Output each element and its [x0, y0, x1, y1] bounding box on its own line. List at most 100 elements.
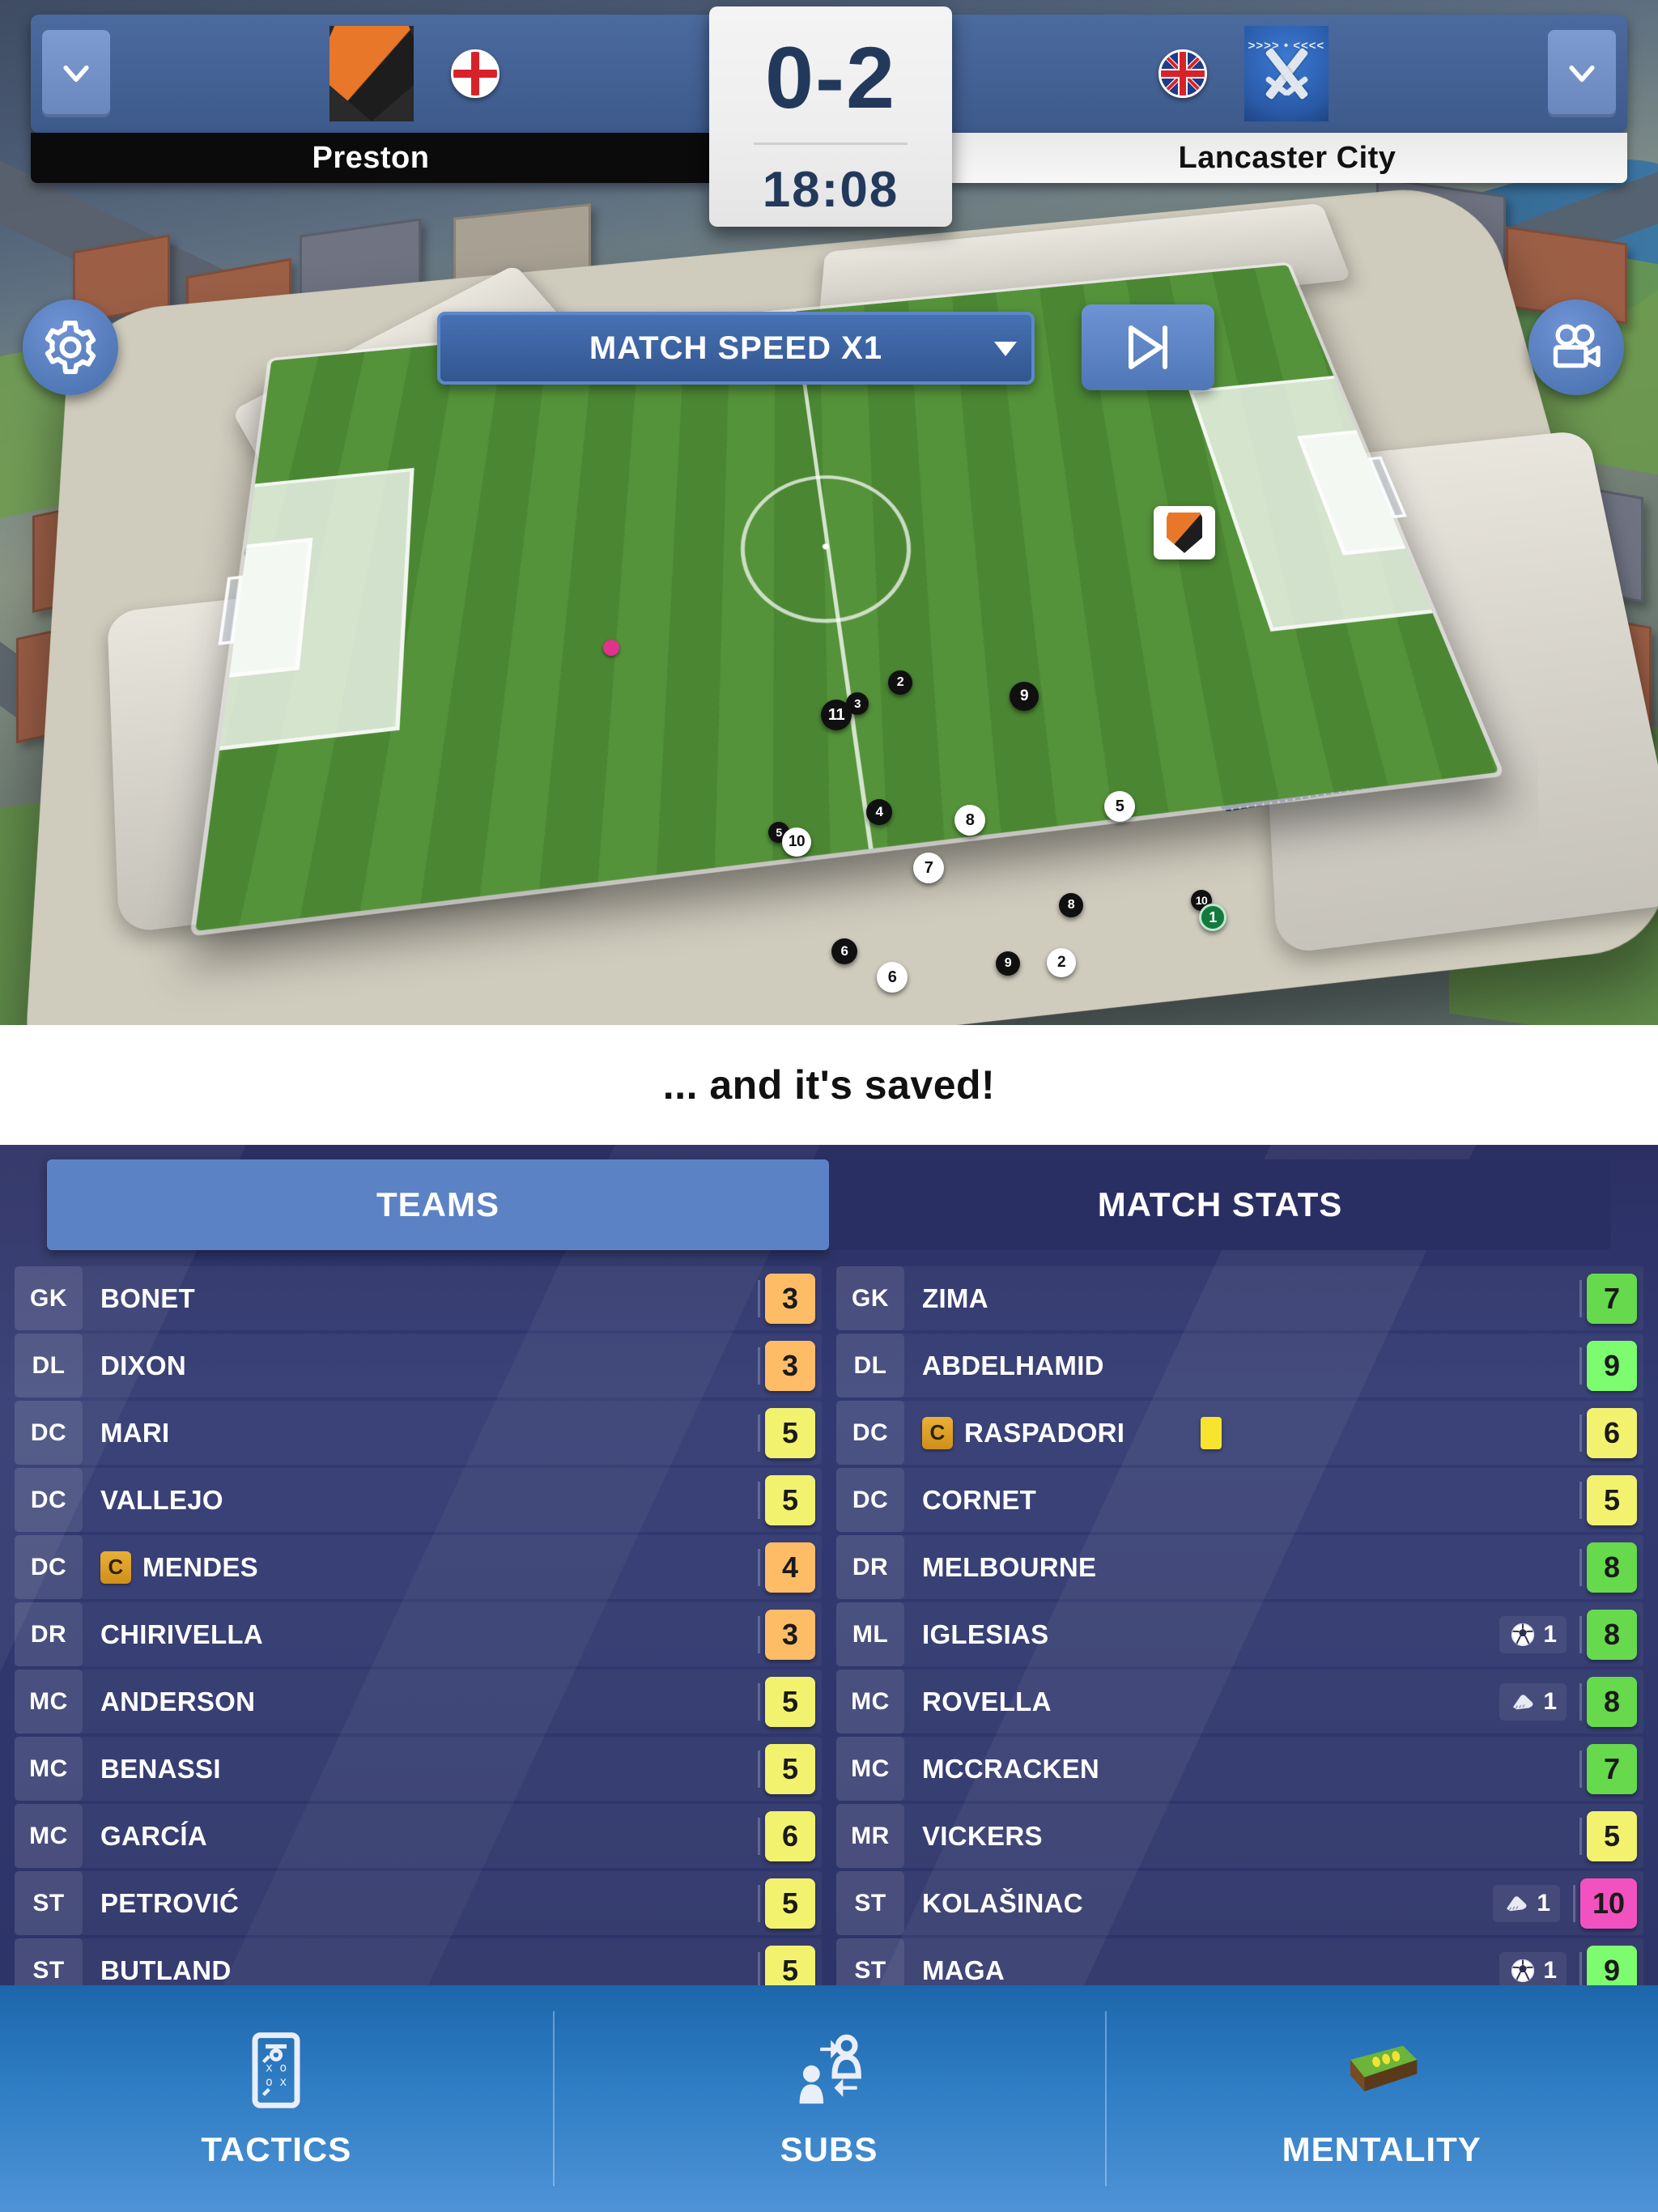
player-marker[interactable]: 7: [913, 853, 944, 883]
player-position: ST: [836, 1938, 904, 1985]
player-rating-badge: 5: [1587, 1474, 1637, 1525]
player-row[interactable]: ST MAGA 1 9: [836, 1938, 1643, 1985]
player-marker[interactable]: 8: [954, 805, 985, 836]
chevron-down-icon: [63, 65, 89, 83]
assist-boot-icon: [1513, 1694, 1533, 1709]
tab-teams[interactable]: TEAMS: [47, 1159, 829, 1250]
player-row[interactable]: DC CORNET 5: [836, 1468, 1643, 1532]
player-name-cell: ROVELLA: [904, 1687, 1499, 1717]
captain-badge: C: [100, 1551, 131, 1584]
player-marker[interactable]: 2: [1047, 948, 1076, 977]
player-row[interactable]: ST KOLAŠINAC 1 10: [836, 1871, 1643, 1935]
player-row[interactable]: ST PETROVIĆ 5: [15, 1871, 822, 1935]
player-rating-badge: 7: [1587, 1743, 1637, 1794]
player-name-cell: C RASPADORI: [904, 1416, 1575, 1449]
row-divider: [758, 1414, 760, 1452]
player-marker[interactable]: 1: [1199, 904, 1226, 931]
player-rating-badge: 9: [1587, 1340, 1637, 1391]
player-row[interactable]: ML IGLESIAS 1 8: [836, 1602, 1643, 1666]
player-row[interactable]: GK BONET 3: [15, 1266, 822, 1330]
player-rating-badge: 8: [1587, 1542, 1637, 1593]
skip-forward-button[interactable]: [1082, 304, 1214, 390]
player-position: MC: [15, 1804, 83, 1868]
player-marker[interactable]: 8: [1059, 893, 1083, 917]
player-row[interactable]: MC ANDERSON 5: [15, 1670, 822, 1733]
home-team-expand-button[interactable]: [42, 30, 110, 117]
player-name-cell: BENASSI: [83, 1754, 753, 1784]
tab-label: MATCH STATS: [1097, 1185, 1343, 1223]
player-row[interactable]: DC C MENDES 4: [15, 1535, 822, 1599]
player-row[interactable]: MC GARCÍA 6: [15, 1804, 822, 1868]
player-position: GK: [15, 1266, 83, 1330]
away-roster: GK ZIMA 7 DL ABDELHAMID 9 DC C RASPADORI 6 DC CORNE…: [836, 1266, 1643, 1985]
player-rating-badge: 4: [765, 1542, 815, 1593]
row-divider: [758, 1615, 760, 1653]
player-position: MC: [836, 1737, 904, 1801]
nav-item-mentality[interactable]: MENTALITY: [1105, 1985, 1658, 2212]
player-name: DIXON: [100, 1350, 187, 1380]
score-panel: 0-2 18:08: [709, 6, 952, 227]
row-divider: [758, 1817, 760, 1855]
svg-text:x: x: [280, 2075, 287, 2089]
nav-item-subs[interactable]: SUBS: [552, 1985, 1106, 2212]
row-divider: [758, 1951, 760, 1985]
row-divider: [758, 1481, 760, 1519]
film-camera-icon: [1553, 324, 1601, 368]
player-row[interactable]: MC MCCRACKEN 7: [836, 1737, 1643, 1801]
goal-ball-icon: [1511, 1623, 1535, 1646]
tab-match-stats[interactable]: MATCH STATS: [829, 1159, 1611, 1250]
row-divider: [1579, 1951, 1582, 1985]
player-row[interactable]: GK ZIMA 7: [836, 1266, 1643, 1330]
player-name: MENDES: [142, 1551, 258, 1582]
match-clock: 18:08: [762, 162, 899, 218]
player-marker[interactable]: 4: [866, 799, 892, 825]
player-marker[interactable]: 9: [996, 951, 1020, 976]
player-marker[interactable]: 2: [888, 670, 912, 695]
player-position: DR: [836, 1535, 904, 1599]
player-row[interactable]: MC ROVELLA 1 8: [836, 1670, 1643, 1733]
row-divider: [1579, 1548, 1582, 1586]
player-position: DL: [15, 1334, 83, 1397]
player-rating-badge: 5: [765, 1945, 815, 1985]
player-row[interactable]: DC VALLEJO 5: [15, 1468, 822, 1532]
assist-event: 1: [1499, 1682, 1567, 1721]
player-row[interactable]: DR MELBOURNE 8: [836, 1535, 1643, 1599]
player-row[interactable]: DL DIXON 3: [15, 1334, 822, 1397]
player-row[interactable]: DC MARI 5: [15, 1401, 822, 1465]
away-team-block: >>>> • <<<<: [950, 26, 1537, 121]
row-divider: [758, 1884, 760, 1922]
player-row[interactable]: MC BENASSI 5: [15, 1737, 822, 1801]
player-marker[interactable]: 11: [821, 700, 852, 730]
player-row[interactable]: DC C RASPADORI 6: [836, 1401, 1643, 1465]
player-rating-badge: 9: [1587, 1945, 1637, 1985]
player-name: ABDELHAMID: [922, 1350, 1104, 1380]
player-position: DC: [15, 1401, 83, 1465]
player-marker[interactable]: 5: [1104, 791, 1135, 822]
player-name: BENASSI: [100, 1753, 221, 1784]
player-position: DC: [15, 1468, 83, 1532]
player-row[interactable]: MR VICKERS 5: [836, 1804, 1643, 1868]
nav-item-tactics[interactable]: x o o x TACTICS: [0, 1985, 553, 2212]
nav-item-label: MENTALITY: [1282, 2130, 1482, 2168]
camera-view-button[interactable]: [1528, 300, 1624, 395]
settings-button[interactable]: [23, 300, 118, 395]
player-row[interactable]: ST BUTLAND 5: [15, 1938, 822, 1985]
player-marker[interactable]: 10: [782, 827, 811, 857]
match-speed-button[interactable]: MATCH SPEED X1: [437, 312, 1035, 385]
player-row[interactable]: DL ABDELHAMID 9: [836, 1334, 1643, 1397]
player-marker[interactable]: 6: [831, 938, 857, 964]
svg-text:o: o: [280, 2061, 287, 2075]
england-flag-icon: [451, 49, 500, 98]
centre-circle: [733, 467, 924, 632]
player-name: VICKERS: [922, 1820, 1043, 1851]
row-divider: [758, 1682, 760, 1721]
player-rating-badge: 5: [765, 1407, 815, 1458]
player-rating-badge: 6: [765, 1810, 815, 1861]
tactics-board-icon: x oo x: [252, 2032, 300, 2108]
player-marker[interactable]: 9: [1010, 682, 1039, 711]
player-row[interactable]: DR CHIRIVELLA 3: [15, 1602, 822, 1666]
player-position: MC: [836, 1670, 904, 1733]
away-team-expand-button[interactable]: [1548, 30, 1616, 117]
player-marker[interactable]: 6: [877, 962, 908, 993]
player-position: DC: [836, 1468, 904, 1532]
